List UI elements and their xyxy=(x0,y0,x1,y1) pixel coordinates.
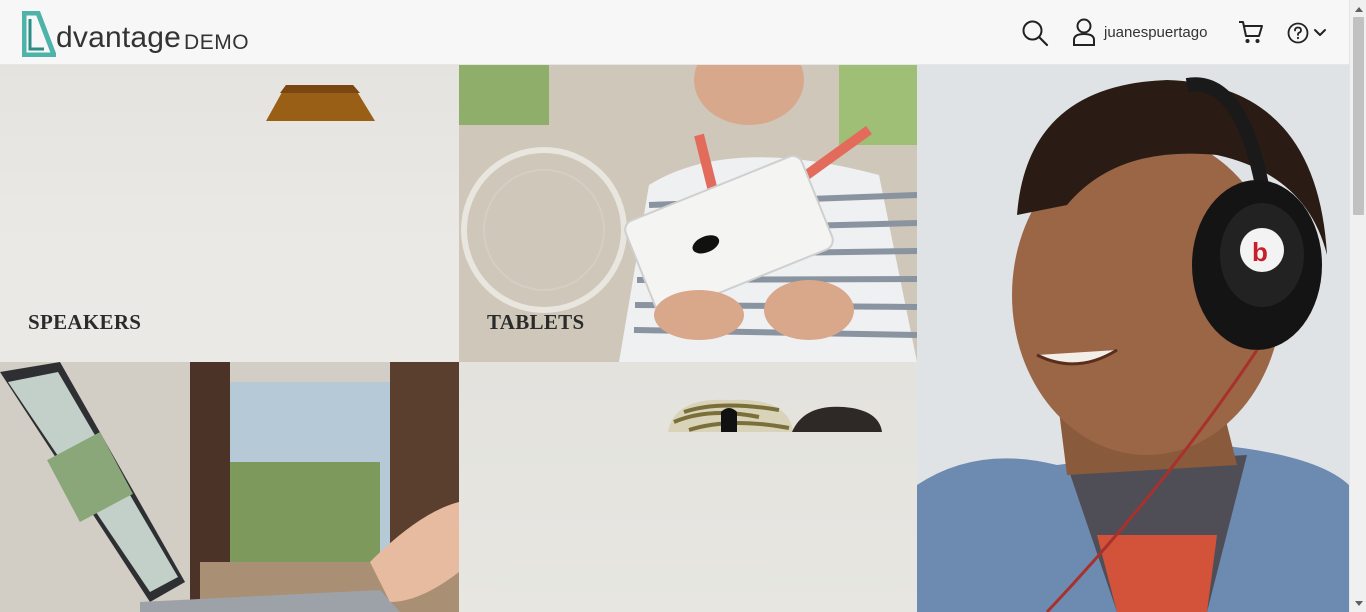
user-icon xyxy=(1073,18,1095,46)
logo[interactable]: dvantage DEMO xyxy=(22,9,249,57)
arrow-up-icon xyxy=(1354,6,1363,12)
category-label-speakers[interactable]: SPEAKERS xyxy=(28,310,141,335)
scroll-up-button[interactable] xyxy=(1350,0,1366,17)
category-tile-mice[interactable] xyxy=(459,362,917,612)
logo-mark-icon xyxy=(22,11,56,57)
logo-demo-text: DEMO xyxy=(184,31,250,54)
site-header: dvantage DEMO juanespuertago xyxy=(0,0,1349,65)
search-button[interactable] xyxy=(1020,18,1050,48)
username-label[interactable]: juanespuertago xyxy=(1104,24,1207,41)
category-tile-tablets[interactable]: TABLETS xyxy=(459,65,917,362)
laptop-photo xyxy=(0,362,459,612)
logo-text: dvantage xyxy=(56,21,182,54)
search-icon xyxy=(1022,20,1049,47)
user-menu-button[interactable]: juanespuertago xyxy=(1072,16,1207,48)
scroll-down-button[interactable] xyxy=(1350,595,1366,612)
vertical-scrollbar[interactable] xyxy=(1349,0,1366,612)
cart-icon xyxy=(1239,21,1263,43)
scroll-thumb[interactable] xyxy=(1353,17,1364,215)
help-menu-button[interactable] xyxy=(1285,20,1329,46)
chevron-down-icon xyxy=(1314,29,1326,36)
arrow-down-icon xyxy=(1354,600,1363,606)
category-tile-headphones[interactable]: b xyxy=(917,65,1349,612)
category-tile-laptops[interactable] xyxy=(0,362,459,612)
category-label-tablets[interactable]: TABLETS xyxy=(487,310,584,335)
mice-image xyxy=(668,399,882,432)
headphones-photo: b xyxy=(917,65,1349,612)
category-tile-speakers[interactable]: SPEAKERS xyxy=(0,65,459,362)
help-icon xyxy=(1287,22,1309,44)
cart-button[interactable] xyxy=(1237,18,1265,46)
svg-text:b: b xyxy=(1252,237,1268,267)
